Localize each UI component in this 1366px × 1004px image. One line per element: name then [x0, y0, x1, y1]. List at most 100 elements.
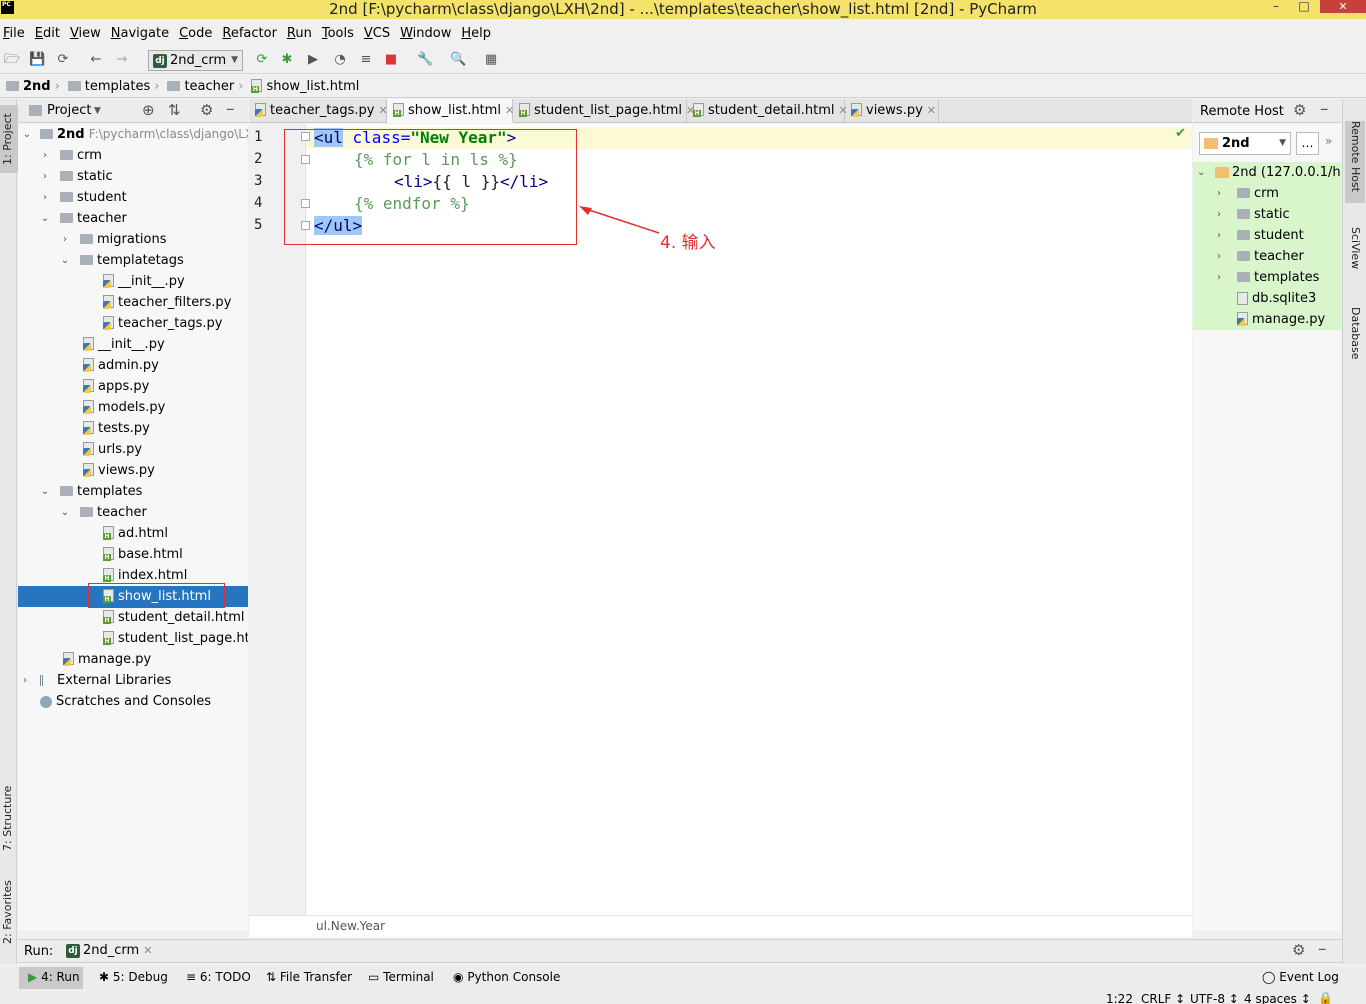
- breadcrumb-item[interactable]: 2nd: [23, 79, 51, 94]
- menu-file[interactable]: File: [3, 24, 25, 44]
- tree-item-folder[interactable]: ⌄ teacher: [18, 208, 248, 229]
- tree-item-folder[interactable]: ⌄ templates: [18, 481, 248, 502]
- browse-button[interactable]: ...: [1296, 132, 1319, 155]
- tree-item-file[interactable]: student_detail.html: [18, 607, 248, 628]
- profile-icon[interactable]: ◔: [332, 52, 348, 68]
- tool-todo[interactable]: ≡ 6: TODO: [186, 970, 251, 984]
- rerun-icon[interactable]: ⟳: [254, 52, 270, 68]
- tree-item-folder[interactable]: › crm: [18, 145, 248, 166]
- remote-tree-folder[interactable]: › student: [1193, 225, 1341, 246]
- tool-event-log[interactable]: ◯ Event Log: [1262, 970, 1339, 984]
- collapse-all-icon[interactable]: ⇅: [168, 101, 181, 119]
- tab-student-list-page[interactable]: student_list_page.html✕: [513, 99, 695, 123]
- remote-tree-folder[interactable]: › teacher: [1193, 246, 1341, 267]
- tab-project[interactable]: 1: Project: [0, 105, 18, 173]
- line-separator[interactable]: CRLF ↕: [1141, 992, 1185, 1004]
- remote-tree-root[interactable]: ⌄ 2nd (127.0.0.1/hom: [1193, 162, 1341, 183]
- tab-teacher-tags[interactable]: teacher_tags.py ✕: [249, 99, 388, 123]
- chevron-right-icon[interactable]: »: [1325, 134, 1332, 148]
- menu-tools[interactable]: Tools: [322, 24, 354, 44]
- server-select[interactable]: 2nd ▼: [1199, 132, 1291, 155]
- debug-icon[interactable]: ✱: [279, 52, 295, 68]
- tree-item-file[interactable]: apps.py: [18, 376, 248, 397]
- remote-tree-folder[interactable]: › crm: [1193, 183, 1341, 204]
- maximize-icon[interactable]: □: [1294, 0, 1314, 14]
- menu-navigate[interactable]: Navigate: [111, 24, 169, 44]
- tree-item-file[interactable]: __init__.py: [18, 334, 248, 355]
- menu-help[interactable]: Help: [461, 24, 491, 44]
- settings-wrench-icon[interactable]: 🔧: [417, 52, 433, 68]
- gear-icon[interactable]: ⚙: [1292, 941, 1305, 959]
- tree-item-file[interactable]: urls.py: [18, 439, 248, 460]
- tool-python-console[interactable]: ◉ Python Console: [453, 970, 560, 984]
- menu-run[interactable]: Run: [287, 24, 312, 44]
- close-tab-icon[interactable]: ✕: [143, 944, 152, 957]
- tab-database[interactable]: Database: [1345, 307, 1365, 363]
- menu-vcs[interactable]: VCS: [364, 24, 390, 44]
- menu-refactor[interactable]: Refactor: [222, 24, 277, 44]
- tree-item-external-libraries[interactable]: › External Libraries: [18, 670, 248, 691]
- search-icon[interactable]: 🔍: [450, 52, 466, 68]
- close-icon[interactable]: ✕: [1320, 0, 1366, 13]
- hide-icon[interactable]: –: [226, 99, 235, 119]
- tool-terminal[interactable]: ▭ Terminal: [368, 970, 434, 984]
- file-encoding[interactable]: UTF-8 ↕: [1190, 992, 1239, 1004]
- tab-views[interactable]: views.py ✕: [845, 99, 939, 123]
- tree-item-folder[interactable]: › student: [18, 187, 248, 208]
- remote-tree-folder[interactable]: › templates: [1193, 267, 1341, 288]
- tree-item-file[interactable]: __init__.py: [18, 271, 248, 292]
- tree-item-file[interactable]: manage.py: [18, 649, 248, 670]
- menu-edit[interactable]: Edit: [35, 24, 60, 44]
- project-view-label[interactable]: Project: [47, 103, 91, 118]
- menu-code[interactable]: Code: [179, 24, 212, 44]
- chevron-down-icon[interactable]: ▼: [94, 106, 101, 116]
- sdk-manager-icon[interactable]: ▦: [483, 52, 499, 68]
- hide-icon[interactable]: –: [1320, 99, 1329, 119]
- tree-item-file[interactable]: views.py: [18, 460, 248, 481]
- tab-favorites[interactable]: 2: Favorites: [0, 877, 18, 947]
- close-tab-icon[interactable]: ✕: [927, 104, 936, 117]
- tree-item-file[interactable]: tests.py: [18, 418, 248, 439]
- remote-tree-file[interactable]: manage.py: [1193, 309, 1341, 330]
- tree-item-folder[interactable]: ⌄ teacher: [18, 502, 248, 523]
- tree-item-file[interactable]: admin.py: [18, 355, 248, 376]
- concurrency-icon[interactable]: ≡: [358, 52, 374, 68]
- tab-student-detail[interactable]: student_detail.html✕: [687, 99, 848, 123]
- indent-setting[interactable]: 4 spaces ↕: [1244, 992, 1311, 1004]
- tab-sciview[interactable]: SciView: [1345, 227, 1365, 277]
- tree-item-file-selected[interactable]: show_list.html: [18, 583, 248, 608]
- sync-icon[interactable]: ⟳: [55, 52, 71, 68]
- tree-item-root[interactable]: ⌄ 2nd F:\pycharm\class\django\LX: [18, 124, 248, 145]
- coverage-icon[interactable]: ▶: [305, 52, 321, 68]
- tree-item-file[interactable]: models.py: [18, 397, 248, 418]
- tree-item-file[interactable]: ad.html: [18, 523, 248, 544]
- save-icon[interactable]: 💾: [29, 52, 45, 68]
- tab-structure[interactable]: 7: Structure: [0, 777, 18, 859]
- locate-icon[interactable]: ⊕: [142, 101, 155, 119]
- breadcrumb-item[interactable]: teacher: [184, 79, 234, 94]
- tree-item-scratches[interactable]: Scratches and Consoles: [18, 691, 248, 712]
- tab-remote-host[interactable]: Remote Host: [1345, 121, 1365, 203]
- tool-file-transfer[interactable]: ⇅ File Transfer: [266, 970, 352, 984]
- run-tab[interactable]: dj 2nd_crm ✕: [66, 943, 152, 958]
- tool-run[interactable]: ▶ 4: Run: [28, 970, 80, 984]
- menu-view[interactable]: View: [70, 24, 101, 44]
- tool-debug[interactable]: ✱ 5: Debug: [99, 970, 168, 984]
- forward-icon[interactable]: →: [114, 52, 130, 68]
- structure-path[interactable]: ul.New.Year: [316, 919, 385, 933]
- breadcrumb-item[interactable]: show_list.html: [266, 79, 359, 94]
- tree-item-file[interactable]: base.html: [18, 544, 248, 565]
- tree-item-folder[interactable]: › static: [18, 166, 248, 187]
- tab-show-list[interactable]: show_list.html✕: [387, 99, 514, 123]
- open-folder-icon[interactable]: 🗁: [4, 52, 20, 68]
- minimize-icon[interactable]: –: [1266, 0, 1286, 14]
- hide-icon[interactable]: –: [1318, 939, 1327, 959]
- remote-tree-folder[interactable]: › static: [1193, 204, 1341, 225]
- stop-icon[interactable]: ■: [383, 52, 399, 68]
- lock-icon[interactable]: 🔒: [1318, 991, 1333, 1004]
- tree-item-file[interactable]: student_list_page.html: [18, 628, 248, 649]
- tree-item-folder[interactable]: ⌄ templatetags: [18, 250, 248, 271]
- back-icon[interactable]: ←: [88, 52, 104, 68]
- gear-icon[interactable]: ⚙: [200, 101, 213, 119]
- tree-item-folder[interactable]: › migrations: [18, 229, 248, 250]
